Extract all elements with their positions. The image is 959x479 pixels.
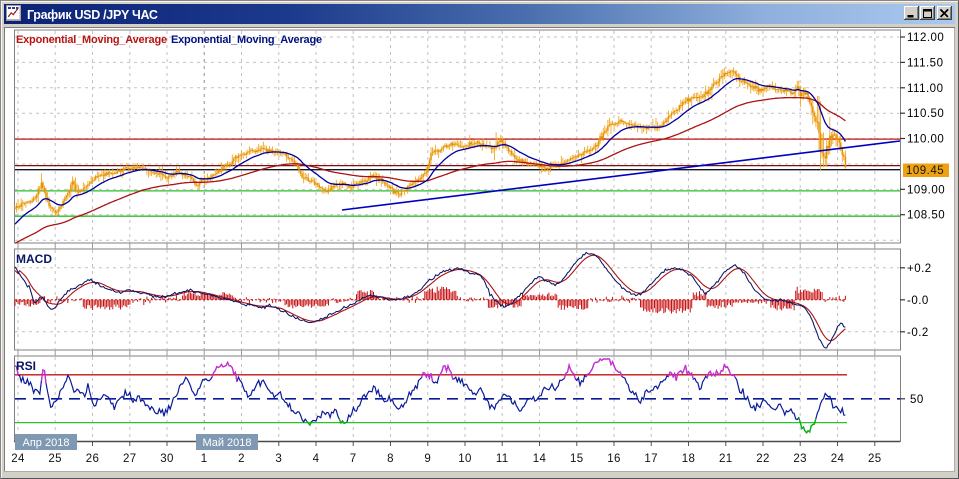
svg-text:-0.2: -0.2 bbox=[907, 327, 929, 339]
svg-text:112.00: 112.00 bbox=[907, 32, 944, 44]
svg-text:110.50: 110.50 bbox=[907, 108, 944, 120]
svg-text:27: 27 bbox=[123, 453, 137, 465]
svg-text:2: 2 bbox=[238, 453, 245, 465]
svg-text:111.00: 111.00 bbox=[907, 83, 943, 95]
svg-text:Exponential_Moving_Average: Exponential_Moving_Average bbox=[16, 34, 167, 46]
svg-text:-0.0: -0.0 bbox=[907, 295, 929, 307]
svg-text:8: 8 bbox=[387, 453, 394, 465]
svg-text:111.50: 111.50 bbox=[907, 57, 943, 69]
svg-text:21: 21 bbox=[719, 453, 733, 465]
svg-text:9: 9 bbox=[424, 453, 431, 465]
svg-text:24: 24 bbox=[831, 453, 845, 465]
svg-text:7: 7 bbox=[350, 453, 357, 465]
svg-text:+0.2: +0.2 bbox=[907, 263, 932, 275]
svg-text:График USD /JPY ЧАС: График USD /JPY ЧАС bbox=[27, 8, 158, 22]
svg-text:10: 10 bbox=[458, 453, 472, 465]
svg-text:26: 26 bbox=[86, 453, 100, 465]
svg-text:110.00: 110.00 bbox=[907, 134, 944, 146]
svg-text:11: 11 bbox=[496, 453, 509, 465]
svg-text:1: 1 bbox=[201, 453, 208, 465]
svg-text:25: 25 bbox=[868, 453, 882, 465]
svg-text:17: 17 bbox=[644, 453, 658, 465]
svg-text:50: 50 bbox=[910, 394, 924, 406]
svg-text:4: 4 bbox=[313, 453, 320, 465]
svg-text:18: 18 bbox=[682, 453, 696, 465]
svg-text:14: 14 bbox=[533, 453, 547, 465]
svg-text:109.45: 109.45 bbox=[906, 165, 944, 177]
svg-text:3: 3 bbox=[275, 453, 282, 465]
svg-text:25: 25 bbox=[48, 453, 62, 465]
svg-text:15: 15 bbox=[570, 453, 584, 465]
svg-text:MACD: MACD bbox=[16, 252, 52, 266]
svg-text:Май 2018: Май 2018 bbox=[202, 437, 251, 449]
svg-text:109.00: 109.00 bbox=[907, 184, 945, 196]
svg-text:30: 30 bbox=[160, 453, 174, 465]
svg-text:23: 23 bbox=[793, 453, 807, 465]
svg-text:22: 22 bbox=[756, 453, 770, 465]
svg-text:24: 24 bbox=[11, 453, 25, 465]
svg-text:16: 16 bbox=[607, 453, 621, 465]
svg-text:RSI: RSI bbox=[16, 359, 36, 373]
svg-text:Апр 2018: Апр 2018 bbox=[23, 437, 70, 449]
svg-text:Exponential_Moving_Average: Exponential_Moving_Average bbox=[171, 34, 322, 46]
svg-text:108.50: 108.50 bbox=[907, 210, 945, 222]
